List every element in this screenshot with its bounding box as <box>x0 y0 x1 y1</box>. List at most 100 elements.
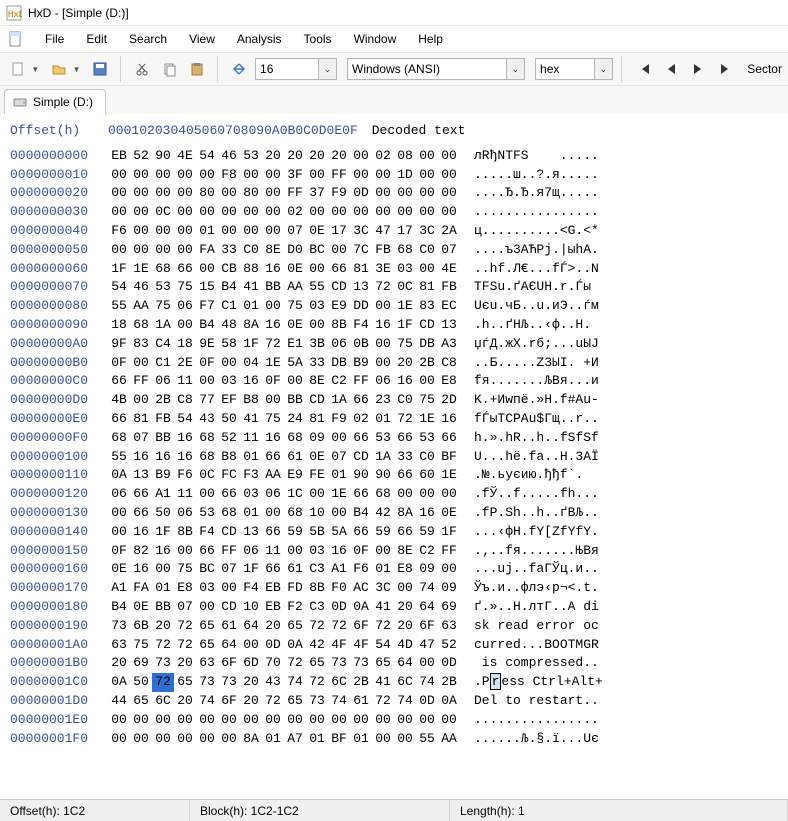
hex-byte[interactable]: 17 <box>328 222 350 241</box>
hex-byte[interactable]: 00 <box>372 335 394 354</box>
hex-byte[interactable]: 88 <box>240 260 262 279</box>
hex-byte[interactable]: 1D <box>394 166 416 185</box>
hex-byte[interactable]: 20 <box>174 654 196 673</box>
hex-byte[interactable]: 00 <box>372 542 394 561</box>
hex-byte[interactable]: 0F <box>262 372 284 391</box>
hex-byte[interactable]: 0E <box>306 448 328 467</box>
hex-byte[interactable]: 43 <box>196 410 218 429</box>
hex-byte[interactable]: 5B <box>306 523 328 542</box>
decoded-text[interactable]: ................ <box>460 203 652 222</box>
hex-byte[interactable]: 81 <box>130 410 152 429</box>
hex-byte[interactable]: 00 <box>174 542 196 561</box>
hex-byte[interactable]: 0F <box>196 354 218 373</box>
hex-row[interactable]: 00000001E0000000000000000000000000000000… <box>10 711 778 730</box>
hex-byte[interactable]: 00 <box>306 316 328 335</box>
menu-tools[interactable]: Tools <box>295 29 341 49</box>
hex-byte[interactable]: 00 <box>240 166 262 185</box>
hex-byte[interactable]: 00 <box>174 316 196 335</box>
hex-row[interactable]: 00000001005516161668B80166610E07CD1A33C0… <box>10 448 778 467</box>
hex-byte[interactable]: 0F <box>350 542 372 561</box>
hex-row[interactable]: 00000001500F82160066FF06110003160F008EC2… <box>10 542 778 561</box>
hex-byte[interactable]: 1F <box>240 335 262 354</box>
tab-disk[interactable]: Simple (D:) <box>4 89 106 114</box>
paste-button[interactable] <box>185 57 208 81</box>
hex-byte[interactable]: 2A <box>438 222 460 241</box>
hex-byte[interactable]: 74 <box>416 673 438 692</box>
hex-byte[interactable]: 01 <box>372 410 394 429</box>
hex-byte[interactable]: 0F <box>108 354 130 373</box>
hex-byte[interactable]: 0E <box>284 316 306 335</box>
hex-byte[interactable]: 02 <box>350 410 372 429</box>
new-button[interactable] <box>6 57 29 81</box>
hex-row[interactable]: 00000001100A13B9F60CFCF3AAE9FE0190906660… <box>10 466 778 485</box>
hex-byte[interactable]: 53 <box>240 147 262 166</box>
hex-byte[interactable]: 70 <box>262 654 284 673</box>
hex-byte[interactable]: 80 <box>240 184 262 203</box>
hex-byte[interactable]: 59 <box>284 523 306 542</box>
hex-byte[interactable]: CD <box>350 448 372 467</box>
hex-byte[interactable]: 72 <box>372 278 394 297</box>
hex-byte[interactable]: 16 <box>174 448 196 467</box>
hex-byte[interactable]: 74 <box>394 692 416 711</box>
hex-byte[interactable]: 65 <box>196 617 218 636</box>
hex-byte[interactable]: 00 <box>416 372 438 391</box>
hex-byte[interactable]: 73 <box>328 654 350 673</box>
hex-byte[interactable]: 20 <box>284 147 306 166</box>
hex-byte[interactable]: 8E <box>394 542 416 561</box>
hex-byte[interactable]: 0A <box>284 636 306 655</box>
hex-byte[interactable]: 00 <box>152 711 174 730</box>
hex-byte[interactable]: 66 <box>394 466 416 485</box>
hex-byte[interactable]: 2D <box>438 391 460 410</box>
hex-byte[interactable]: 7C <box>350 241 372 260</box>
hex-byte[interactable]: 54 <box>372 636 394 655</box>
hex-byte[interactable]: 00 <box>108 504 130 523</box>
hex-row[interactable]: 00000001600E160075BC071F6661C3A1F601E809… <box>10 560 778 579</box>
hex-byte[interactable]: F4 <box>240 579 262 598</box>
hex-byte[interactable]: 00 <box>196 372 218 391</box>
hex-byte[interactable]: E9 <box>328 297 350 316</box>
hex-byte[interactable]: 03 <box>240 485 262 504</box>
hex-byte[interactable]: 06 <box>328 335 350 354</box>
hex-byte[interactable]: 13 <box>240 523 262 542</box>
hex-byte[interactable]: C0 <box>416 241 438 260</box>
hex-byte[interactable]: 2B <box>438 673 460 692</box>
hex-byte[interactable]: 68 <box>196 448 218 467</box>
hex-row[interactable]: 00000000601F1E686600CB88160E0066813E0300… <box>10 260 778 279</box>
hex-byte[interactable]: 0A <box>108 466 130 485</box>
hex-byte[interactable]: 73 <box>108 617 130 636</box>
hex-byte[interactable]: 00 <box>306 166 328 185</box>
hex-row[interactable]: 000000005000000000FA33C08ED0BC007CFB68C0… <box>10 241 778 260</box>
hex-byte[interactable]: 1E <box>394 297 416 316</box>
decoded-text[interactable]: .‚..fя.......ЊВя <box>460 542 652 561</box>
hex-byte[interactable]: 03 <box>394 260 416 279</box>
hex-byte[interactable]: FF <box>328 166 350 185</box>
hex-byte[interactable]: 2B <box>350 673 372 692</box>
hex-byte[interactable]: 66 <box>350 523 372 542</box>
hex-byte[interactable]: 1E <box>130 260 152 279</box>
hex-byte[interactable]: 74 <box>196 692 218 711</box>
hex-byte[interactable]: 1E <box>328 485 350 504</box>
hex-byte[interactable]: 1E <box>416 410 438 429</box>
decoded-text[interactable]: ...‹фН.fY[ZfYfY. <box>460 523 652 542</box>
hex-byte[interactable]: 0D <box>328 598 350 617</box>
hex-byte[interactable]: C0 <box>416 448 438 467</box>
hex-byte[interactable]: 16 <box>438 410 460 429</box>
hex-byte[interactable]: DD <box>350 297 372 316</box>
hex-byte[interactable]: 50 <box>130 673 152 692</box>
hex-byte[interactable]: 75 <box>394 335 416 354</box>
hex-byte[interactable]: B9 <box>152 466 174 485</box>
hex-byte[interactable]: 0E <box>438 504 460 523</box>
hex-byte[interactable]: 0E <box>284 260 306 279</box>
hex-byte[interactable]: FB <box>372 241 394 260</box>
hex-byte[interactable]: 0E <box>306 222 328 241</box>
hex-byte[interactable]: 20 <box>328 147 350 166</box>
hex-byte[interactable]: FD <box>284 579 306 598</box>
hex-byte[interactable]: 20 <box>240 673 262 692</box>
hex-byte[interactable]: F9 <box>328 410 350 429</box>
hex-byte[interactable]: C8 <box>438 354 460 373</box>
hex-byte[interactable]: 44 <box>108 692 130 711</box>
hex-byte[interactable]: 16 <box>328 542 350 561</box>
hex-byte[interactable]: 54 <box>108 278 130 297</box>
hex-byte[interactable]: 8A <box>240 316 262 335</box>
hex-byte[interactable]: BC <box>306 241 328 260</box>
